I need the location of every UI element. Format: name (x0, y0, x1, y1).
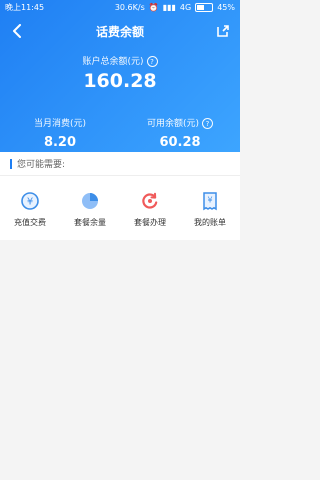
plan-balance-label: 套餐余量 (74, 218, 106, 227)
yen-circle-icon: ¥ (19, 190, 41, 212)
network-speed: 30.6K/s (114, 2, 145, 12)
action-grid: ¥ 充值交费 套餐余量 套餐办理 ¥ 我的账单 (0, 176, 240, 240)
available-balance-label: 可用余额(元) (146, 119, 200, 129)
back-arrow-icon (13, 24, 21, 38)
section-header: 您可能需要: (0, 152, 240, 176)
refresh-icon (139, 190, 161, 212)
total-balance-label-text: 账户总余额(元) (82, 57, 144, 67)
plan-service-label: 套餐办理 (134, 218, 166, 227)
plan-service-action[interactable]: 套餐办理 (123, 190, 177, 228)
total-balance-value: 160.28 (83, 70, 157, 92)
balance-header: 晚上11:45 30.6K/s ⏰ ▮▮▮ 4G 45% 话费余额 账户总余额(… (0, 0, 240, 152)
alarm-icon: ⏰ (148, 2, 159, 12)
status-bar: 晚上11:45 30.6K/s ⏰ ▮▮▮ 4G 45% (0, 0, 240, 14)
total-balance-label: 账户总余额(元)? (0, 54, 240, 67)
recharge-action[interactable]: ¥ 充值交费 (3, 190, 57, 228)
monthly-spend-value: 8.20 (43, 135, 77, 150)
help-icon[interactable]: ? (202, 118, 214, 129)
network-type: 4G (179, 2, 192, 12)
monthly-spend-stat: 当月消费(元) 8.20 (0, 116, 120, 150)
top-bar: 话费余额 (0, 18, 240, 44)
help-icon[interactable]: ? (146, 56, 158, 67)
battery-percent: 45% (217, 2, 235, 12)
my-bill-label: 我的账单 (194, 218, 226, 227)
svg-text:¥: ¥ (207, 196, 212, 205)
bill-icon: ¥ (199, 190, 221, 212)
signal-icon: ▮▮▮ (162, 2, 176, 12)
monthly-spend-label: 当月消费(元) (33, 119, 87, 129)
status-time: 晚上11:45 (5, 2, 45, 12)
status-right: 30.6K/s ⏰ ▮▮▮ 4G 45% (114, 2, 235, 12)
share-button[interactable] (214, 18, 232, 44)
my-bill-action[interactable]: ¥ 我的账单 (183, 190, 237, 228)
available-balance-stat: 可用余额(元)? 60.28 (120, 116, 240, 150)
available-balance-value: 60.28 (159, 135, 201, 150)
section-title: 您可能需要: (17, 160, 66, 170)
svg-text:¥: ¥ (27, 197, 33, 208)
page-title: 话费余额 (95, 24, 144, 39)
plan-balance-action[interactable]: 套餐余量 (63, 190, 117, 228)
back-button[interactable] (8, 18, 26, 44)
quick-actions-section: 您可能需要: ¥ 充值交费 套餐余量 套餐办理 ¥ 我的账单 (0, 152, 240, 240)
pie-chart-icon (79, 190, 101, 212)
section-accent-bar (10, 158, 12, 169)
available-balance-label-wrap: 可用余额(元)? (120, 116, 240, 129)
share-icon (217, 25, 229, 37)
recharge-label: 充值交费 (14, 218, 46, 227)
balance-stats: 当月消费(元) 8.20 可用余额(元)? 60.28 (0, 116, 240, 150)
battery-icon (195, 2, 214, 12)
